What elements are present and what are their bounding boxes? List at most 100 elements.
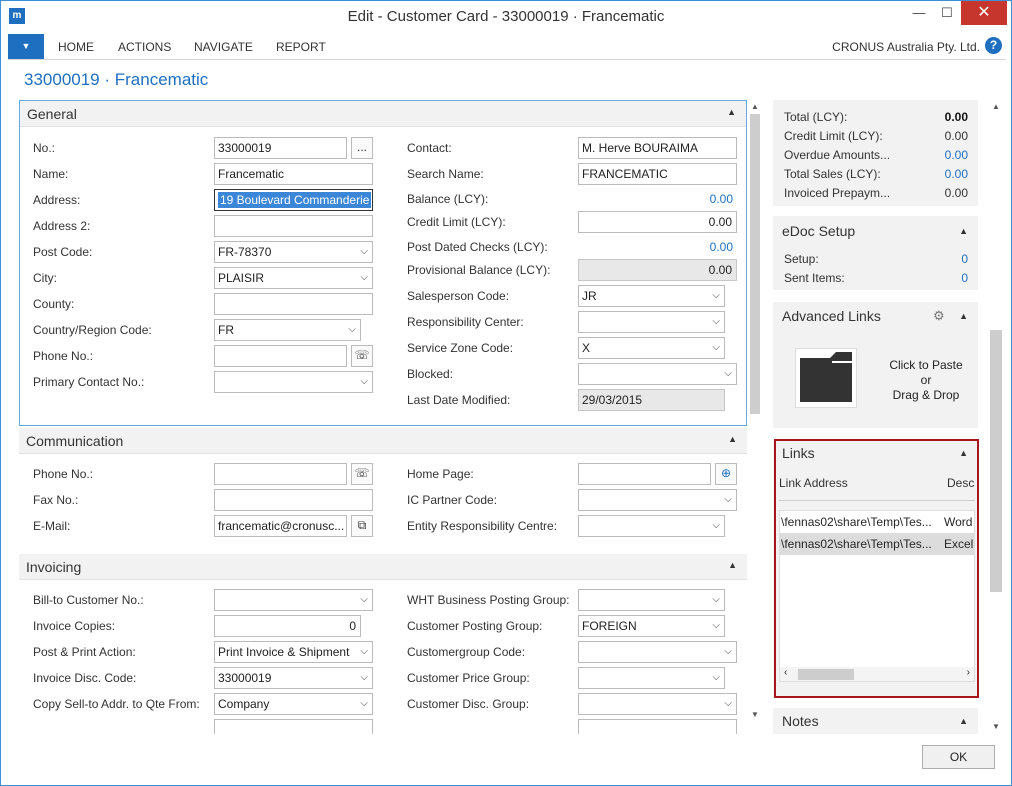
scroll-down-icon[interactable]: ▼	[989, 722, 1003, 731]
address2-label: Address 2:	[33, 219, 91, 233]
chevron-down-icon[interactable]: ⌵	[360, 372, 368, 392]
invoice-disc-field[interactable]: 33000019 ⌵	[214, 667, 373, 689]
general-header[interactable]: General ▲	[20, 101, 746, 127]
post-dated-value[interactable]: 0.00	[619, 240, 733, 254]
contact-field[interactable]: M. Herve BOURAIMA	[578, 137, 737, 159]
custgroup-field[interactable]: ⌵	[578, 641, 737, 663]
next-right-field[interactable]	[578, 719, 737, 734]
home-page-field[interactable]	[578, 463, 711, 485]
chevron-down-icon[interactable]: ⌵	[712, 668, 720, 688]
communication-header[interactable]: Communication ▲	[19, 428, 747, 454]
chevron-up-icon[interactable]: ▲	[959, 716, 968, 726]
drop-zone[interactable]	[795, 348, 857, 408]
chevron-down-icon[interactable]: ⌵	[360, 268, 368, 288]
tab-report[interactable]: REPORT	[276, 40, 326, 54]
blocked-field[interactable]: ⌵	[578, 363, 737, 385]
service-zone-field[interactable]: X ⌵	[578, 337, 725, 359]
scroll-up-icon[interactable]: ▲	[749, 102, 761, 111]
post-print-field[interactable]: Print Invoice & Shipment ⌵	[214, 641, 373, 663]
chevron-down-icon[interactable]: ⌵	[712, 286, 720, 306]
country-field[interactable]: FR ⌵	[214, 319, 361, 341]
factbox-scrollbar[interactable]: ▲ ▼	[989, 100, 1003, 734]
chevron-up-icon[interactable]: ▲	[728, 560, 737, 570]
balance-value[interactable]: 0.00	[619, 192, 733, 206]
entity-resp-field[interactable]: ⌵	[578, 515, 725, 537]
chevron-down-icon[interactable]: ⌵	[712, 338, 720, 358]
chevron-down-icon[interactable]: ⌵	[348, 320, 356, 340]
cust-disc-field[interactable]: ⌵	[578, 693, 737, 715]
address-field[interactable]: 19 Boulevard Commanderie	[214, 189, 373, 211]
scroll-down-icon[interactable]: ▼	[749, 710, 761, 719]
close-button[interactable]: ✕	[961, 1, 1007, 25]
chevron-up-icon[interactable]: ▲	[728, 434, 737, 444]
phone-dial-icon[interactable]: ☏	[351, 345, 373, 367]
no-field[interactable]: 33000019	[214, 137, 347, 159]
phone-field[interactable]	[214, 345, 347, 367]
drop-zone-text[interactable]: Click to Paste or Drag & Drop	[879, 358, 973, 403]
county-field[interactable]	[214, 293, 373, 315]
chevron-down-icon[interactable]: ⌵	[360, 242, 368, 262]
chevron-down-icon[interactable]: ⌵	[724, 364, 732, 384]
tab-home[interactable]: HOME	[58, 40, 94, 54]
name-field[interactable]: Francematic	[214, 163, 373, 185]
stat-label: Invoiced Prepaym...	[784, 186, 891, 200]
cust-price-field[interactable]: ⌵	[578, 667, 725, 689]
gears-icon[interactable]: ⚙	[933, 308, 945, 324]
chevron-down-icon[interactable]: ⌵	[724, 694, 732, 714]
invoice-disc-value: 33000019	[218, 671, 272, 685]
wht-field[interactable]: ⌵	[578, 589, 725, 611]
email-field[interactable]: francematic@cronusc...	[214, 515, 347, 537]
invoice-copies-field[interactable]: 0	[214, 615, 361, 637]
edoc-setup-value[interactable]: 0	[961, 252, 968, 266]
chevron-down-icon[interactable]: ⌵	[360, 668, 368, 688]
phone-dial-icon[interactable]: ☏	[351, 463, 373, 485]
chevron-down-icon[interactable]: ⌵	[712, 616, 720, 636]
chevron-down-icon[interactable]: ⌵	[712, 590, 720, 610]
fax-field[interactable]	[214, 489, 373, 511]
factbox-scroll-thumb[interactable]	[990, 330, 1002, 592]
globe-icon[interactable]: ⊕	[715, 463, 737, 485]
scroll-up-icon[interactable]: ▲	[989, 102, 1003, 111]
cust-posting-field[interactable]: FOREIGN ⌵	[578, 615, 725, 637]
bill-to-field[interactable]: ⌵	[214, 589, 373, 611]
salesperson-field[interactable]: JR ⌵	[578, 285, 725, 307]
no-assist-button[interactable]: ...	[351, 137, 373, 159]
post-code-field[interactable]: FR-78370 ⌵	[214, 241, 373, 263]
chevron-down-icon[interactable]: ⌵	[724, 642, 732, 662]
chevron-down-icon[interactable]: ⌵	[360, 642, 368, 662]
next-left-field[interactable]	[214, 719, 373, 734]
app-menu-button[interactable]: ▼	[8, 34, 44, 59]
chevron-up-icon[interactable]: ▲	[959, 226, 968, 236]
chevron-up-icon[interactable]: ▲	[959, 311, 968, 321]
edoc-sent-value[interactable]: 0	[961, 271, 968, 285]
tab-navigate[interactable]: NAVIGATE	[194, 40, 253, 54]
maximize-button[interactable]: ☐	[931, 1, 963, 25]
tab-actions[interactable]: ACTIONS	[118, 40, 171, 54]
ok-button[interactable]: OK	[922, 745, 995, 769]
chevron-down-icon[interactable]: ⌵	[724, 490, 732, 510]
help-icon[interactable]: ?	[985, 37, 1002, 54]
company-name[interactable]: CRONUS Australia Pty. Ltd.	[832, 40, 980, 54]
page-title: 33000019 · Francematic	[24, 70, 209, 89]
credit-limit-field[interactable]: 0.00	[578, 211, 737, 233]
chevron-down-icon[interactable]: ⌵	[360, 590, 368, 610]
city-field[interactable]: PLAISIR ⌵	[214, 267, 373, 289]
stat-value[interactable]: 0.00	[945, 167, 968, 181]
comm-phone-field[interactable]	[214, 463, 347, 485]
ic-partner-field[interactable]: ⌵	[578, 489, 737, 511]
chevron-up-icon[interactable]: ▲	[727, 107, 736, 117]
chevron-down-icon[interactable]: ⌵	[712, 312, 720, 332]
address2-field[interactable]	[214, 215, 373, 237]
invoicing-header[interactable]: Invoicing ▲	[19, 554, 747, 580]
chevron-down-icon[interactable]: ⌵	[712, 516, 720, 536]
email-compose-icon[interactable]: ⧉	[351, 515, 373, 537]
primary-contact-field[interactable]: ⌵	[214, 371, 373, 393]
main-scrollbar[interactable]: ▲ ▼	[749, 100, 761, 720]
main-scroll-thumb[interactable]	[750, 114, 760, 414]
responsibility-label: Responsibility Center:	[407, 315, 524, 329]
responsibility-field[interactable]: ⌵	[578, 311, 725, 333]
copy-sell-field[interactable]: Company ⌵	[214, 693, 373, 715]
chevron-down-icon[interactable]: ⌵	[360, 694, 368, 714]
search-name-field[interactable]: FRANCEMATIC	[578, 163, 737, 185]
stat-value[interactable]: 0.00	[945, 148, 968, 162]
